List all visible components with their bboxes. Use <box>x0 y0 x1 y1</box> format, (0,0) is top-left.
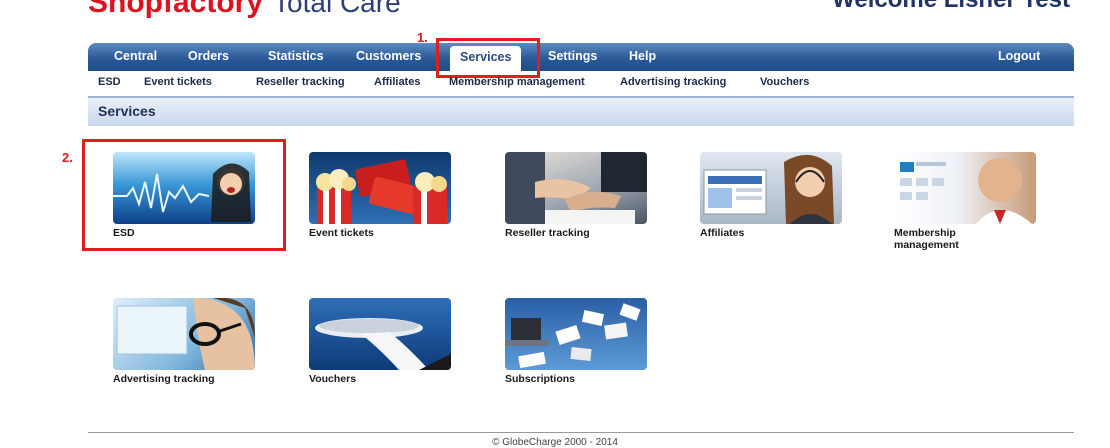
support-agent-image <box>700 152 842 224</box>
flying-papers-laptop-image <box>505 298 647 370</box>
service-label: Affiliates <box>700 227 745 239</box>
subnav-affiliates[interactable]: Affiliates <box>374 76 420 88</box>
annotation-box-services-tab <box>436 38 540 78</box>
glasses-screen-image <box>113 298 255 370</box>
logout-link[interactable]: Logout <box>998 43 1040 71</box>
serving-tray-image <box>309 298 451 370</box>
service-tile-affiliates[interactable]: Affiliates <box>700 152 850 239</box>
handshake-image <box>505 152 647 224</box>
subnav-event-tickets[interactable]: Event tickets <box>144 76 212 88</box>
footer-divider <box>88 432 1074 433</box>
service-tile-reseller-tracking[interactable]: Reseller tracking <box>505 152 655 239</box>
esd-waveform-woman-image <box>113 152 255 224</box>
service-tile-subscriptions[interactable]: Subscriptions <box>505 298 655 385</box>
page-title: Services <box>98 103 156 119</box>
subnav-membership-management[interactable]: Membership management <box>449 76 585 88</box>
service-tile-event-tickets[interactable]: Event tickets <box>309 152 459 239</box>
subnav-vouchers[interactable]: Vouchers <box>760 76 809 88</box>
popcorn-tickets-image <box>309 152 451 224</box>
service-label: Subscriptions <box>505 373 576 385</box>
main-nav-bar: Central Orders Statistics Customers Serv… <box>88 43 1074 71</box>
service-label: Vouchers <box>309 373 357 385</box>
annotation-step-1: 1. <box>417 30 428 45</box>
tab-settings[interactable]: Settings <box>548 43 597 71</box>
membership-man-image <box>894 152 1036 224</box>
service-label: Advertising tracking <box>113 373 215 385</box>
tab-orders[interactable]: Orders <box>188 43 229 71</box>
tab-help[interactable]: Help <box>629 43 656 71</box>
service-label: Membership management <box>894 227 959 251</box>
subnav-reseller-tracking[interactable]: Reseller tracking <box>256 76 345 88</box>
service-label: ESD <box>113 227 135 239</box>
service-tile-vouchers[interactable]: Vouchers <box>309 298 459 385</box>
service-label: Reseller tracking <box>505 227 590 239</box>
brand-subtitle: Total Care <box>273 0 401 18</box>
welcome-text: Welcome Lisher Test <box>832 0 1070 14</box>
tab-statistics[interactable]: Statistics <box>268 43 324 71</box>
footer-copyright: © GlobeCharge 2000 - 2014 <box>492 437 618 448</box>
service-tile-advertising-tracking[interactable]: Advertising tracking <box>113 298 263 385</box>
tab-customers[interactable]: Customers <box>356 43 421 71</box>
service-tile-esd[interactable]: ESD <box>113 152 263 239</box>
brand-name: Shopfactory <box>88 0 264 19</box>
annotation-step-2: 2. <box>62 150 73 165</box>
tab-central[interactable]: Central <box>114 43 157 71</box>
subnav-esd[interactable]: ESD <box>98 76 121 88</box>
subnav-advertising-tracking[interactable]: Advertising tracking <box>620 76 726 88</box>
service-label: Event tickets <box>309 227 374 239</box>
section-header: Services <box>88 96 1074 126</box>
app-logo: Shopfactory Total Care <box>88 0 401 20</box>
service-tile-membership-management[interactable]: Membership management <box>894 152 1044 251</box>
